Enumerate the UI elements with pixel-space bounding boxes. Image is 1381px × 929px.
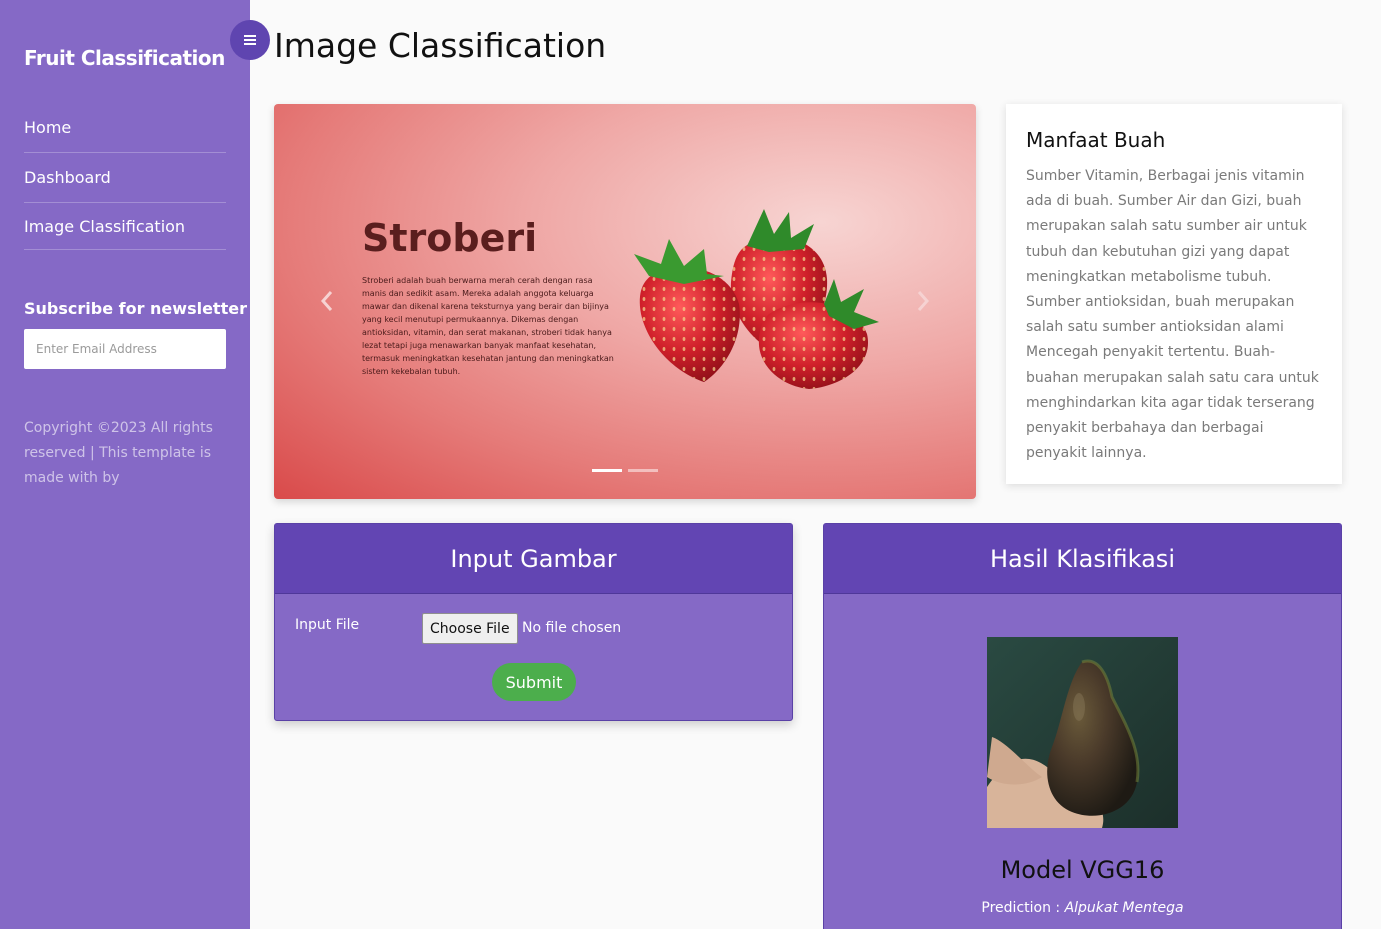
brand-title[interactable]: Fruit Classification [24,46,225,70]
model-title: Model VGG16 [1000,856,1165,884]
carousel-prev-button[interactable] [316,287,338,315]
prediction-value: Alpukat Mentega [1064,900,1184,916]
chevron-right-icon [917,291,930,311]
newsletter-title: Subscribe for newsletter [24,299,247,318]
input-panel-title: Input Gambar [275,524,792,594]
sidebar-item-dashboard[interactable]: Dashboard [24,153,226,203]
input-panel: Input Gambar Input File Choose File No f… [274,523,793,721]
sidebar-nav: Home Dashboard Image Classification [24,103,226,250]
fruit-carousel: Stroberi Stroberi adalah buah berwarna m… [274,104,976,499]
email-input[interactable] [24,329,226,369]
prediction-label: Prediction : [981,900,1061,916]
carousel-indicator-2[interactable] [628,469,658,472]
avocado-image [987,637,1178,828]
slide-title: Stroberi [362,216,538,260]
result-panel: Hasil Klasifikasi Model VGG16 Prediction… [823,523,1342,929]
chevron-left-icon [320,291,333,311]
sidebar-item-image-classification[interactable]: Image Classification [24,203,226,250]
carousel-indicator-1[interactable] [592,469,622,472]
submit-button[interactable]: Submit [492,663,576,701]
strawberries-image [634,209,879,389]
sidebar-toggle-button[interactable] [230,20,270,60]
carousel-indicators [592,469,658,472]
choose-file-button[interactable]: Choose File [422,613,518,644]
file-input-label: Input File [295,617,360,633]
copyright-text: Copyright ©2023 All rights reserved | Th… [24,420,213,486]
result-panel-title: Hasil Klasifikasi [824,524,1341,594]
avocado-photo [987,637,1178,828]
carousel-next-button[interactable] [912,287,934,315]
sidebar: Fruit Classification Home Dashboard Imag… [0,0,250,929]
menu-icon [244,35,256,45]
prediction-text: Prediction : Alpukat Mentega [824,900,1341,916]
file-status-text: No file chosen [522,620,622,636]
info-card: Manfaat Buah Sumber Vitamin, Berbagai je… [1006,104,1342,484]
info-title: Manfaat Buah [1026,128,1166,152]
page-title: Image Classification [274,26,607,65]
sidebar-item-home[interactable]: Home [24,103,226,153]
slide-description: Stroberi adalah buah berwarna merah cera… [362,276,614,376]
info-text: Sumber Vitamin, Berbagai jenis vitamin a… [1026,168,1319,462]
